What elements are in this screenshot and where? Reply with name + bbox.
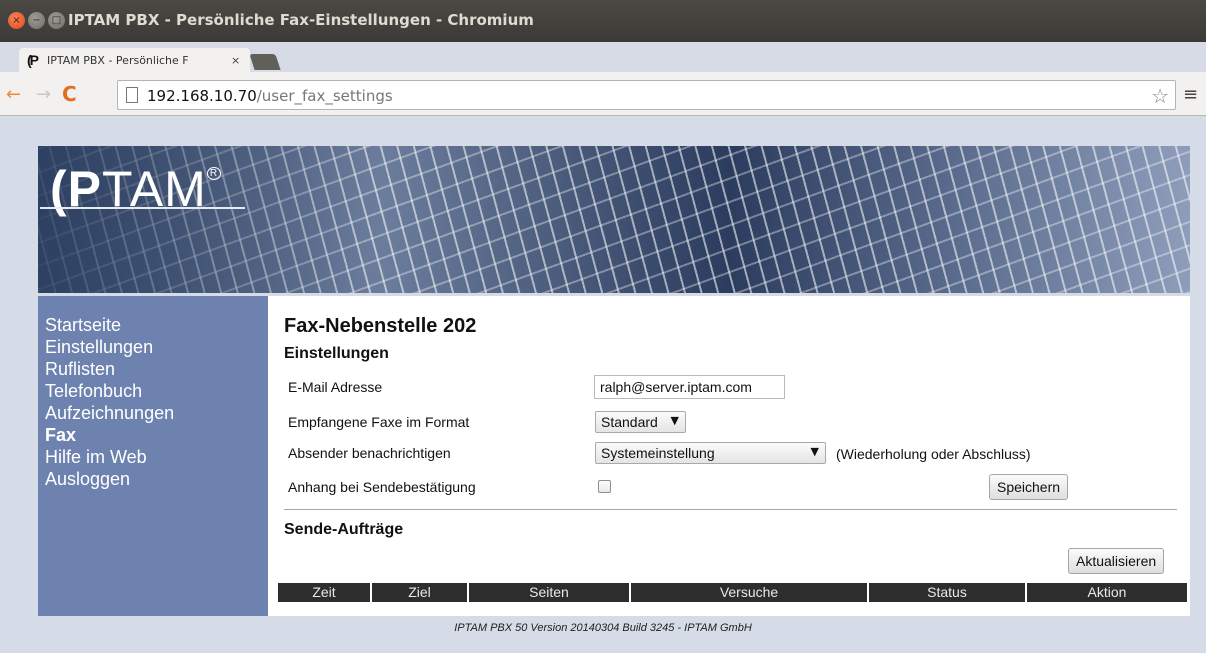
url-host: 192.168.10.70	[147, 87, 257, 105]
window-minimize-button[interactable]: −	[28, 12, 45, 29]
window-titlebar: × − □ IPTAM PBX - Persönliche Fax-Einste…	[0, 0, 1206, 42]
column-header-seiten[interactable]: Seiten	[469, 583, 629, 602]
forward-arrow-icon[interactable]: →	[36, 84, 51, 105]
sidebar-item-fax[interactable]: Fax	[45, 424, 268, 446]
page-title: Fax-Nebenstelle 202	[284, 315, 477, 337]
window-maximize-button[interactable]: □	[48, 12, 65, 29]
column-header-ziel[interactable]: Ziel	[372, 583, 467, 602]
format-label: Empfangene Faxe im Format	[288, 414, 470, 430]
back-arrow-icon[interactable]: ←	[6, 84, 21, 105]
sidebar-item-startseite[interactable]: Startseite	[45, 314, 268, 336]
attachment-label: Anhang bei Sendebestätigung	[288, 479, 476, 495]
browser-tab-active[interactable]: (P IPTAM PBX - Persönliche F ×	[19, 48, 250, 72]
email-label: E-Mail Adresse	[288, 379, 383, 395]
email-field[interactable]	[594, 375, 785, 399]
new-tab-button[interactable]	[249, 54, 281, 70]
page-footer: IPTAM PBX 50 Version 20140304 Build 3245…	[454, 622, 752, 634]
sidebar-item-einstellungen[interactable]: Einstellungen	[45, 336, 268, 358]
bookmark-star-icon[interactable]: ☆	[1151, 84, 1169, 108]
window-close-button[interactable]: ×	[8, 12, 25, 29]
tab-title: IPTAM PBX - Persönliche F	[47, 53, 189, 67]
column-header-zeit[interactable]: Zeit	[278, 583, 370, 602]
window-controls: × − □	[8, 12, 65, 29]
notify-label: Absender benachrichtigen	[288, 445, 451, 461]
registered-mark-icon: R	[206, 167, 222, 180]
dropdown-arrow-icon: ▼	[810, 445, 819, 458]
notify-select-value: Systemeinstellung	[601, 445, 715, 461]
page-icon	[126, 87, 138, 103]
jobs-heading: Sende-Aufträge	[284, 521, 404, 538]
settings-heading: Einstellungen	[284, 345, 389, 362]
notify-select[interactable]: Systemeinstellung ▼	[595, 442, 826, 464]
sidebar-nav: Startseite Einstellungen Ruflisten Telef…	[38, 296, 268, 616]
browser-menu-icon[interactable]: ≡	[1183, 84, 1198, 105]
dropdown-arrow-icon: ▼	[670, 414, 679, 427]
jobs-table-header: Zeit Ziel Seiten Versuche Status Aktion	[278, 583, 1187, 602]
sidebar-item-hilfe-im-web[interactable]: Hilfe im Web	[45, 446, 268, 468]
iptam-logo: (PTAM R	[50, 160, 222, 218]
window-title: IPTAM PBX - Persönliche Fax-Einstellunge…	[68, 11, 534, 29]
column-header-status[interactable]: Status	[869, 583, 1025, 602]
sidebar-item-aufzeichnungen[interactable]: Aufzeichnungen	[45, 402, 268, 424]
sidebar-item-ausloggen[interactable]: Ausloggen	[45, 468, 268, 490]
format-select-value: Standard	[601, 414, 658, 430]
sidebar-item-ruflisten[interactable]: Ruflisten	[45, 358, 268, 380]
url-path: /user_fax_settings	[256, 87, 393, 105]
reload-icon[interactable]: C	[62, 82, 77, 106]
attachment-checkbox[interactable]	[598, 480, 611, 493]
notify-hint: (Wiederholung oder Abschluss)	[836, 446, 1031, 462]
tab-close-icon[interactable]: ×	[231, 54, 240, 67]
refresh-button[interactable]: Aktualisieren	[1068, 548, 1165, 574]
address-url[interactable]: 192.168.10.70/user_fax_settings	[147, 87, 393, 105]
section-divider	[284, 509, 1177, 510]
column-header-versuche[interactable]: Versuche	[631, 583, 867, 602]
tab-favicon-icon: (P	[27, 52, 39, 68]
sidebar-item-telefonbuch[interactable]: Telefonbuch	[45, 380, 268, 402]
column-header-aktion[interactable]: Aktion	[1027, 583, 1187, 602]
save-button[interactable]: Speichern	[989, 474, 1069, 500]
format-select[interactable]: Standard ▼	[595, 411, 686, 433]
main-content: Fax-Nebenstelle 202 Einstellungen E-Mail…	[268, 296, 1190, 616]
address-bar[interactable]: 192.168.10.70/user_fax_settings ☆	[117, 80, 1176, 110]
logo-underline	[40, 207, 245, 209]
